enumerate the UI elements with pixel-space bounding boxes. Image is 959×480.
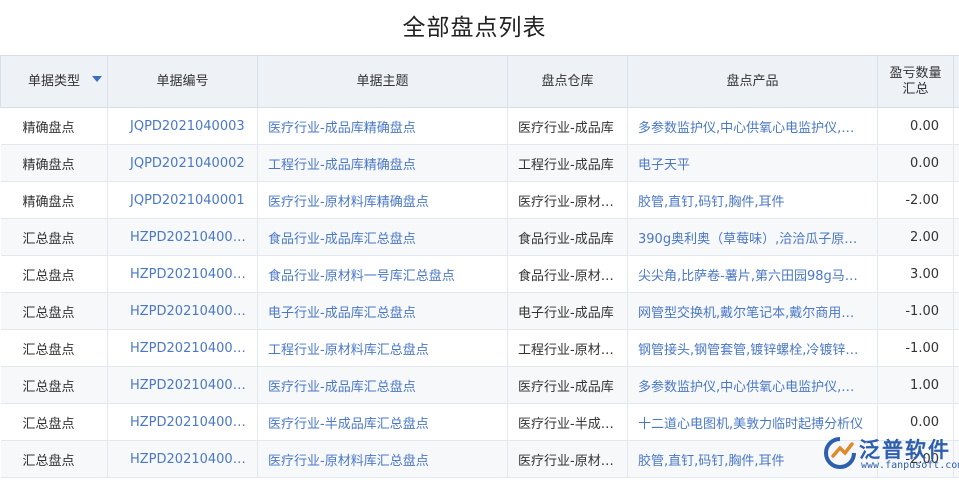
cell-spacer bbox=[953, 181, 959, 219]
cell-type: 精确盘点 bbox=[0, 181, 108, 219]
cell-products-link[interactable]: 钢管接头,钢管套管,镀锌螺栓,冷镀锌… bbox=[627, 329, 878, 367]
cell-qty: 0.00 bbox=[877, 107, 954, 145]
cell-subject-link[interactable]: 食品行业-原材料一号库汇总盘点 bbox=[257, 255, 508, 293]
cell-doc-no-link[interactable]: HZPD2021040003 bbox=[107, 366, 258, 404]
col-header-qty[interactable]: 盈亏数量 汇总 bbox=[877, 55, 954, 108]
table-row[interactable]: 汇总盘点 HZPD2021040004 工程行业-原材料库汇总盘点 工程行业-原材… 钢… bbox=[0, 329, 959, 367]
cell-spacer bbox=[953, 366, 959, 404]
cell-doc-no-link[interactable]: JQPD2021040003 bbox=[107, 107, 258, 145]
cell-qty: -1.00 bbox=[877, 329, 954, 367]
cell-doc-no-link[interactable]: JQPD2021040002 bbox=[107, 144, 258, 182]
col-header-no-label: 单据编号 bbox=[156, 73, 209, 89]
cell-qty: 1.00 bbox=[877, 366, 954, 404]
cell-doc-no-link[interactable]: HZPD2021040007 bbox=[107, 218, 258, 256]
cell-products-link[interactable]: 胶管,直钉,码钉,胸件,耳件 bbox=[627, 181, 878, 219]
cell-qty: -1.00 bbox=[877, 292, 954, 330]
table-row[interactable]: 汇总盘点 HZPD2021040006 食品行业-原材料一号库汇总盘点 食品行业-原材… bbox=[0, 255, 959, 293]
cell-spacer bbox=[953, 440, 959, 478]
col-header-subject[interactable]: 单据主题 bbox=[257, 55, 508, 108]
brand-logo-icon bbox=[824, 437, 856, 469]
table-row[interactable]: 汇总盘点 HZPD2021040001 医疗行业-原材料库汇总盘点 医疗行业-原材… 胶… bbox=[0, 440, 959, 478]
col-header-warehouse-label: 盘点仓库 bbox=[541, 73, 594, 89]
cell-type: 精确盘点 bbox=[0, 107, 108, 145]
cell-products-link[interactable]: 电子天平 bbox=[627, 144, 878, 182]
col-header-no[interactable]: 单据编号 bbox=[107, 55, 258, 108]
table-row[interactable]: 精确盘点 JQPD2021040003 医疗行业-成品库精确盘点 医疗行业-成品库 多参… bbox=[0, 107, 959, 145]
cell-warehouse: 电子行业-成品库 bbox=[507, 292, 628, 330]
cell-warehouse: 医疗行业-原材… bbox=[507, 440, 628, 478]
col-header-qty-line1: 盈亏数量 bbox=[889, 65, 942, 81]
cell-subject-link[interactable]: 食品行业-成品库汇总盘点 bbox=[257, 218, 508, 256]
col-header-products-label: 盘点产品 bbox=[726, 73, 779, 89]
brand-watermark: 泛普软件 www.fanpusoft.com bbox=[819, 432, 959, 476]
col-header-qty-line2: 汇总 bbox=[902, 81, 929, 97]
cell-doc-no-link[interactable]: HZPD2021040002 bbox=[107, 403, 258, 441]
cell-products-link[interactable]: 多参数监护仪,中心供氧心电监护仪,听… bbox=[627, 366, 878, 404]
cell-type: 汇总盘点 bbox=[0, 255, 108, 293]
cell-doc-no-link[interactable]: JQPD2021040001 bbox=[107, 181, 258, 219]
cell-type: 汇总盘点 bbox=[0, 440, 108, 478]
cell-spacer bbox=[953, 292, 959, 330]
table-row[interactable]: 汇总盘点 HZPD2021040002 医疗行业-半成品库汇总盘点 医疗行业-半成… 十… bbox=[0, 403, 959, 441]
col-header-subject-label: 单据主题 bbox=[356, 73, 409, 89]
cell-subject-link[interactable]: 电子行业-成品库汇总盘点 bbox=[257, 292, 508, 330]
cell-subject-link[interactable]: 工程行业-成品库精确盘点 bbox=[257, 144, 508, 182]
page-title: 全部盘点列表 bbox=[402, 15, 547, 41]
col-header-products[interactable]: 盘点产品 bbox=[627, 55, 878, 108]
cell-qty: 3.00 bbox=[877, 255, 954, 293]
cell-type: 精确盘点 bbox=[0, 144, 108, 182]
cell-warehouse: 医疗行业-半成… bbox=[507, 403, 628, 441]
cell-products-link[interactable]: 390g奥利奥（草莓味）,洽洽瓜子原味… bbox=[627, 218, 878, 256]
cell-spacer bbox=[953, 329, 959, 367]
cell-subject-link[interactable]: 医疗行业-成品库精确盘点 bbox=[257, 107, 508, 145]
inventory-table: 单据类型 单据编号 单据主题 盘点仓库 盘点产品 盈亏数量 汇总 精确盘点 JQPD… bbox=[0, 55, 959, 478]
col-header-spacer bbox=[953, 55, 959, 108]
cell-products-link[interactable]: 多参数监护仪,中心供氧心电监护仪,听… bbox=[627, 107, 878, 145]
cell-warehouse: 工程行业-原材… bbox=[507, 329, 628, 367]
cell-type: 汇总盘点 bbox=[0, 218, 108, 256]
cell-warehouse: 食品行业-成品库 bbox=[507, 218, 628, 256]
table-header-row: 单据类型 单据编号 单据主题 盘点仓库 盘点产品 盈亏数量 汇总 bbox=[0, 55, 959, 108]
table-row[interactable]: 汇总盘点 HZPD2021040005 电子行业-成品库汇总盘点 电子行业-成品库 网管… bbox=[0, 292, 959, 330]
cell-subject-link[interactable]: 医疗行业-原材料库精确盘点 bbox=[257, 181, 508, 219]
table-row[interactable]: 精确盘点 JQPD2021040001 医疗行业-原材料库精确盘点 医疗行业-原材… 胶… bbox=[0, 181, 959, 219]
cell-warehouse: 医疗行业-原材… bbox=[507, 181, 628, 219]
cell-subject-link[interactable]: 医疗行业-成品库汇总盘点 bbox=[257, 366, 508, 404]
table-row[interactable]: 汇总盘点 HZPD2021040003 医疗行业-成品库汇总盘点 医疗行业-成品库 多参… bbox=[0, 366, 959, 404]
table-row[interactable]: 精确盘点 JQPD2021040002 工程行业-成品库精确盘点 工程行业-成品库 电子… bbox=[0, 144, 959, 182]
cell-doc-no-link[interactable]: HZPD2021040004 bbox=[107, 329, 258, 367]
col-header-warehouse[interactable]: 盘点仓库 bbox=[507, 55, 628, 108]
cell-type: 汇总盘点 bbox=[0, 366, 108, 404]
cell-doc-no-link[interactable]: HZPD2021040005 bbox=[107, 292, 258, 330]
cell-spacer bbox=[953, 218, 959, 256]
sort-dropdown-icon[interactable] bbox=[92, 76, 102, 82]
cell-warehouse: 医疗行业-成品库 bbox=[507, 107, 628, 145]
cell-subject-link[interactable]: 医疗行业-原材料库汇总盘点 bbox=[257, 440, 508, 478]
cell-spacer bbox=[953, 403, 959, 441]
cell-type: 汇总盘点 bbox=[0, 292, 108, 330]
cell-type: 汇总盘点 bbox=[0, 329, 108, 367]
cell-warehouse: 工程行业-成品库 bbox=[507, 144, 628, 182]
cell-spacer bbox=[953, 107, 959, 145]
cell-doc-no-link[interactable]: HZPD2021040001 bbox=[107, 440, 258, 478]
cell-qty: -2.00 bbox=[877, 181, 954, 219]
cell-spacer bbox=[953, 144, 959, 182]
cell-type: 汇总盘点 bbox=[0, 403, 108, 441]
table-row[interactable]: 汇总盘点 HZPD2021040007 食品行业-成品库汇总盘点 食品行业-成品库 39… bbox=[0, 218, 959, 256]
cell-warehouse: 食品行业-原材… bbox=[507, 255, 628, 293]
brand-url: www.fanpusoft.com bbox=[861, 460, 959, 471]
cell-subject-link[interactable]: 医疗行业-半成品库汇总盘点 bbox=[257, 403, 508, 441]
cell-products-link[interactable]: 网管型交换机,戴尔笔记本,戴尔商用服… bbox=[627, 292, 878, 330]
cell-doc-no-link[interactable]: HZPD2021040006 bbox=[107, 255, 258, 293]
cell-subject-link[interactable]: 工程行业-原材料库汇总盘点 bbox=[257, 329, 508, 367]
col-header-type-label: 单据类型 bbox=[27, 73, 80, 89]
cell-qty: 2.00 bbox=[877, 218, 954, 256]
cell-qty: 0.00 bbox=[877, 144, 954, 182]
cell-spacer bbox=[953, 255, 959, 293]
cell-warehouse: 医疗行业-成品库 bbox=[507, 366, 628, 404]
cell-products-link[interactable]: 尖尖角,比萨卷-薯片,第六田园98g马铃… bbox=[627, 255, 878, 293]
